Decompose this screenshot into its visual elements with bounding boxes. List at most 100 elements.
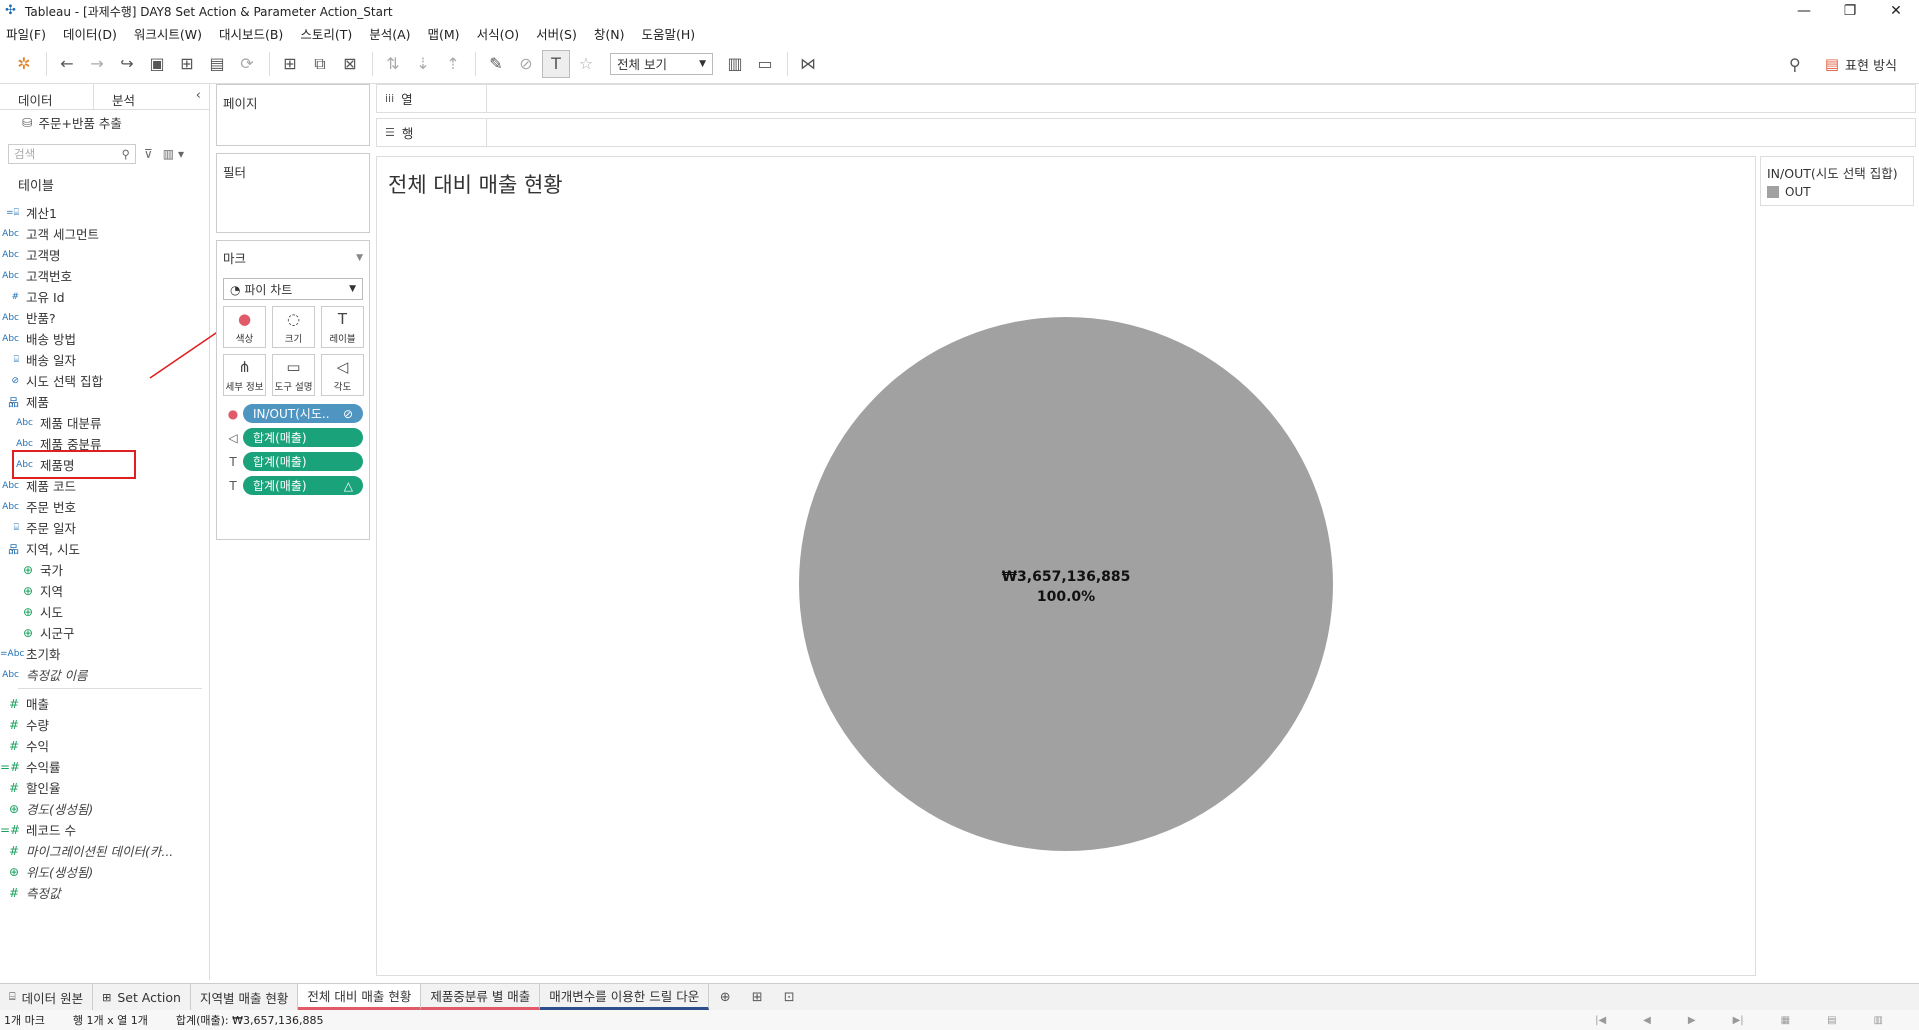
swap-icon[interactable]: ⇅: [379, 50, 407, 78]
sheet-tab[interactable]: 지역별 매출 현황: [191, 984, 299, 1010]
format-painter-icon[interactable]: ⚲: [1781, 50, 1809, 78]
field-item[interactable]: ⊕ 지역: [0, 580, 210, 601]
labels-icon[interactable]: T: [542, 49, 570, 78]
next-sheet-icon[interactable]: ▶: [1688, 1015, 1696, 1026]
field-item[interactable]: Abc 고객번호: [0, 265, 210, 286]
menu-item[interactable]: 도움말(H): [641, 24, 695, 43]
field-item[interactable]: ⊕ 시군구: [0, 622, 210, 643]
sort-descending-icon[interactable]: ⇡: [439, 50, 467, 78]
sheet-tab[interactable]: 전체 대비 매출 현황: [298, 984, 422, 1010]
rows-shelf[interactable]: ☰ 행: [376, 118, 1916, 147]
sheet-tab[interactable]: 제품중분류 별 매출: [421, 984, 541, 1010]
field-item[interactable]: ⌸ 배송 일자: [0, 349, 210, 370]
field-item[interactable]: ⌄ 品 지역, 시도: [0, 538, 210, 559]
field-item[interactable]: # 마이그레이션된 데이터(카...: [0, 840, 210, 861]
highlight-icon[interactable]: ✎: [482, 50, 510, 78]
field-item[interactable]: # 매출: [0, 693, 210, 714]
field-item[interactable]: =⌸ 계산1: [0, 202, 210, 223]
field-pill[interactable]: 합계(매출) △: [243, 476, 363, 495]
mark-button[interactable]: ▭ 도구 설명: [272, 354, 315, 396]
field-item[interactable]: =# 수익률: [0, 756, 210, 777]
field-item[interactable]: ⊕ 경도(생성됨): [0, 798, 210, 819]
expand-caret-icon[interactable]: ⌄: [8, 543, 16, 554]
presentation-mode-icon[interactable]: ▭: [751, 50, 779, 78]
field-item[interactable]: # 할인율: [0, 777, 210, 798]
undo-icon[interactable]: ←: [53, 50, 81, 78]
columns-shelf[interactable]: iii 열: [376, 84, 1916, 113]
field-item[interactable]: Abc 주문 번호: [0, 496, 210, 517]
tab-data[interactable]: 데이터: [0, 84, 94, 109]
sort-ascending-icon[interactable]: ⇣: [409, 50, 437, 78]
field-item[interactable]: Abc 측정값 이름: [0, 664, 210, 685]
field-item[interactable]: Abc 고객 세그먼트: [0, 223, 210, 244]
datasource-item[interactable]: ⛁ 주문+반품 추출: [0, 110, 209, 134]
filter-icon[interactable]: ⊽: [144, 147, 153, 161]
minimize-button[interactable]: —: [1781, 0, 1827, 22]
field-item[interactable]: # 수익: [0, 735, 210, 756]
new-worksheet-tab-icon[interactable]: ⊕: [709, 984, 741, 1010]
sheet-tab[interactable]: ⊞ Set Action: [93, 984, 191, 1010]
filters-shelf[interactable]: 필터: [216, 153, 370, 233]
view-options-icon[interactable]: ▥ ▾: [163, 147, 184, 161]
color-legend[interactable]: IN/OUT(시도 선택 집합) OUT: [1760, 156, 1914, 206]
replay-icon[interactable]: ↪: [113, 50, 141, 78]
field-item[interactable]: # 측정값: [0, 882, 210, 903]
menu-item[interactable]: 서식(O): [477, 24, 520, 43]
show-cards-icon[interactable]: ▥: [721, 50, 749, 78]
sheet-sorter-icon[interactable]: ▦: [1781, 1015, 1790, 1026]
menu-item[interactable]: 워크시트(W): [134, 24, 202, 43]
tab-analysis[interactable]: 분석: [94, 84, 188, 109]
field-item[interactable]: ⊕ 국가: [0, 559, 210, 580]
maximize-button[interactable]: ❐: [1827, 0, 1873, 22]
new-datasource-icon[interactable]: ⊞: [173, 50, 201, 78]
menu-item[interactable]: 창(N): [594, 24, 625, 43]
mark-button[interactable]: ⋔ 세부 정보: [223, 354, 266, 396]
field-pill[interactable]: IN/OUT(시도.. ⊘: [243, 404, 363, 423]
mark-button[interactable]: T 레이블: [321, 306, 364, 348]
sheet-tab[interactable]: ⌸ 데이터 원본: [0, 984, 94, 1010]
search-input[interactable]: 검색 ⚲: [8, 144, 136, 164]
sheet-tab[interactable]: 매개변수를 이용한 드릴 다운: [540, 984, 710, 1010]
show-me-button[interactable]: ▤ 표현 방식: [1825, 55, 1897, 74]
field-item[interactable]: Abc 고객명: [0, 244, 210, 265]
menu-item[interactable]: 서버(S): [536, 24, 577, 43]
field-pill[interactable]: 합계(매출): [243, 428, 363, 447]
tableau-home-icon[interactable]: ✲: [10, 50, 38, 78]
menu-item[interactable]: 파일(F): [6, 24, 46, 43]
pages-shelf[interactable]: 페이지: [216, 84, 370, 146]
filmstrip-icon[interactable]: ▤: [1827, 1015, 1836, 1026]
first-sheet-icon[interactable]: |◀: [1595, 1015, 1606, 1026]
prev-sheet-icon[interactable]: ◀: [1643, 1015, 1651, 1026]
view-title[interactable]: 전체 대비 매출 현황: [388, 169, 563, 199]
fit-view-select[interactable]: 전체 보기 ▼: [610, 52, 713, 75]
last-sheet-icon[interactable]: ▶|: [1733, 1015, 1744, 1026]
tabs-icon[interactable]: ▥: [1874, 1015, 1883, 1026]
field-item[interactable]: =Abc 초기화: [0, 643, 210, 664]
menu-item[interactable]: 대시보드(B): [219, 24, 283, 43]
field-item[interactable]: ⌄ 品 제품: [0, 391, 210, 412]
field-item[interactable]: Abc 반품?: [0, 307, 210, 328]
mark-type-select[interactable]: ◔ 파이 차트 ▼: [223, 278, 363, 300]
menu-item[interactable]: 스토리(T): [300, 24, 352, 43]
share-icon[interactable]: ⋈: [794, 50, 822, 78]
refresh-icon[interactable]: ⟳: [233, 50, 261, 78]
menu-item[interactable]: 데이터(D): [63, 24, 117, 43]
field-item[interactable]: # 수량: [0, 714, 210, 735]
field-item[interactable]: Abc 배송 방법: [0, 328, 210, 349]
mark-button[interactable]: ◁ 각도: [321, 354, 364, 396]
collapse-pane-icon[interactable]: ‹: [188, 84, 209, 109]
save-icon[interactable]: ▣: [143, 50, 171, 78]
mark-button[interactable]: ◌ 크기: [272, 306, 315, 348]
field-item[interactable]: ⊕ 위도(생성됨): [0, 861, 210, 882]
redo-icon[interactable]: →: [83, 50, 111, 78]
close-button[interactable]: ✕: [1873, 0, 1919, 22]
expand-caret-icon[interactable]: ⌄: [8, 396, 16, 407]
new-story-tab-icon[interactable]: ⊡: [773, 984, 805, 1010]
field-item[interactable]: # 고유 Id: [0, 286, 210, 307]
pin-icon[interactable]: ☆: [572, 50, 600, 78]
duplicate-sheet-icon[interactable]: ⧉: [306, 50, 334, 78]
new-worksheet-icon[interactable]: ⊞: [276, 50, 304, 78]
menu-item[interactable]: 분석(A): [369, 24, 410, 43]
pie-slice-out[interactable]: ₩3,657,136,885 100.0%: [799, 317, 1333, 851]
mark-button[interactable]: ● 색상: [223, 306, 266, 348]
